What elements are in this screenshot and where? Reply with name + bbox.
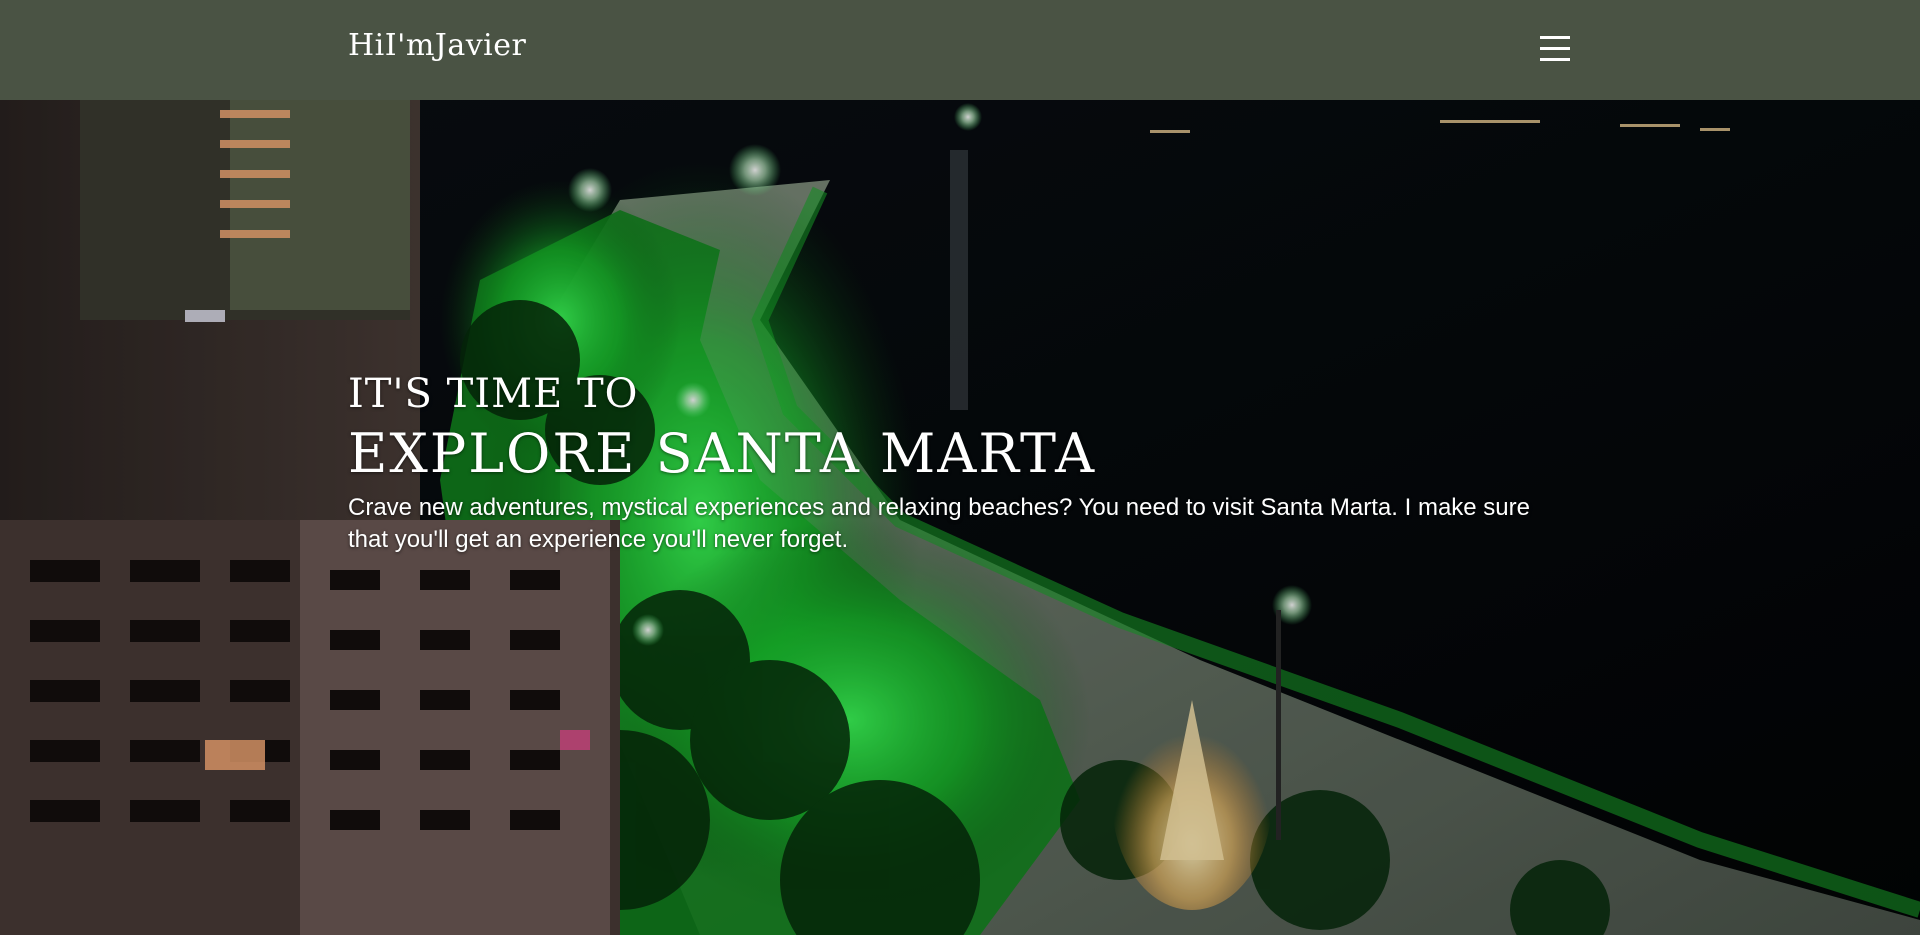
menu-bar — [1540, 36, 1570, 39]
hero-section: IT'S TIME TO EXPLORE SANTA MARTA Crave n… — [0, 100, 1920, 935]
hero-text-block: IT'S TIME TO EXPLORE SANTA MARTA Crave n… — [348, 370, 1558, 556]
hero-description: Crave new adventures, mystical experienc… — [348, 494, 1530, 553]
hero-title: EXPLORE SANTA MARTA — [348, 422, 1097, 485]
page: HiI'mJavier IT'S TIME TO EXPLORE SANTA M… — [0, 0, 1920, 935]
menu-bar — [1540, 47, 1570, 50]
menu-bar — [1540, 58, 1570, 61]
site-header: HiI'mJavier — [0, 0, 1920, 100]
site-logo[interactable]: HiI'mJavier — [348, 28, 526, 63]
hero-kicker: IT'S TIME TO — [348, 371, 639, 417]
hamburger-menu-icon[interactable] — [1538, 34, 1572, 64]
